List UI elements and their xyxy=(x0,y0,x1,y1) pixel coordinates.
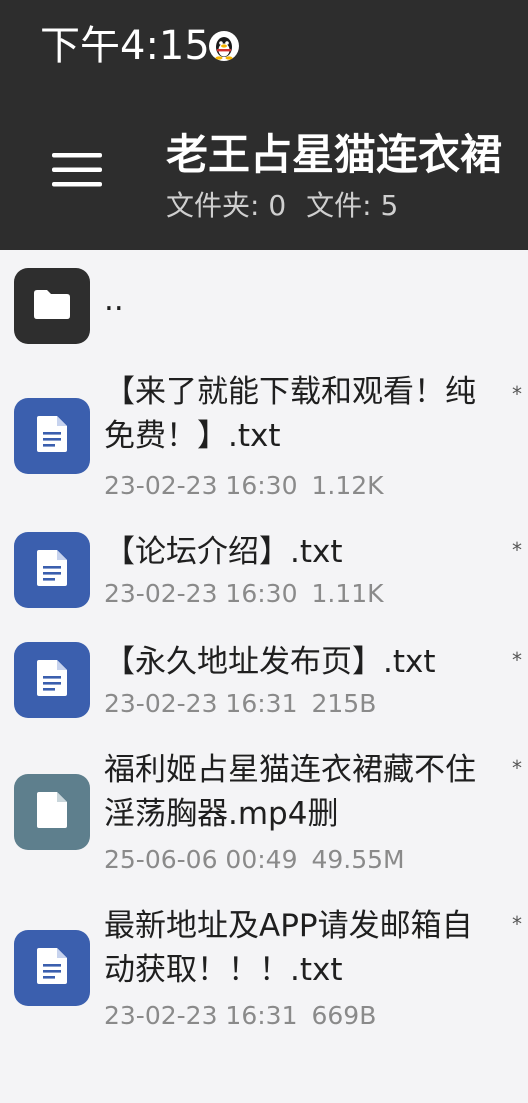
file-meta: 23-02-23 16:30 1.12K xyxy=(104,470,384,502)
file-tile xyxy=(14,398,90,474)
file-tile xyxy=(14,774,90,850)
status-time: 下午4:15 xyxy=(40,23,210,69)
file-meta: 23-02-23 16:31 215B xyxy=(104,688,376,720)
file-name: 【永久地址发布页】.txt xyxy=(104,644,436,680)
file-tile xyxy=(14,930,90,1006)
top-bar: 下午4:15 老王占星猫连衣裙 文件夹: 0 文件: 5 xyxy=(0,0,528,250)
menu-button[interactable] xyxy=(44,142,110,202)
parent-folder-name: .. xyxy=(104,282,124,318)
file-date: 23-02-23 16:31 xyxy=(104,689,298,718)
parent-folder-row[interactable]: .. xyxy=(0,264,528,348)
file-browser-screen: 下午4:15 老王占星猫连衣裙 文件夹: 0 文件: 5 .. 【来了就能下载和… xyxy=(0,0,528,1103)
document-icon xyxy=(35,946,69,990)
folder-file-counts: 文件夹: 0 文件: 5 xyxy=(166,188,398,224)
file-name: 【来了就能下载和观看！纯免费！】.txt xyxy=(104,374,476,454)
folder-icon xyxy=(32,287,72,325)
list-item[interactable]: 【来了就能下载和观看！纯免费！】.txt 23-02-23 16:30 1.12K… xyxy=(0,370,528,510)
file-date: 25-06-06 00:49 xyxy=(104,845,298,874)
file-name: 【论坛介绍】.txt xyxy=(104,534,343,570)
document-icon xyxy=(35,658,69,702)
list-item[interactable]: 福利姬占星猫连衣裙藏不住淫荡胸器.mp4删 25-06-06 00:49 49.5… xyxy=(0,750,528,890)
item-mark: * xyxy=(512,648,522,672)
item-mark: * xyxy=(512,382,522,406)
qq-penguin-icon xyxy=(208,30,240,62)
document-icon xyxy=(35,414,69,458)
file-date: 23-02-23 16:31 xyxy=(104,1001,298,1030)
list-item[interactable]: 最新地址及APP请发邮箱自动获取！！！.txt 23-02-23 16:31 66… xyxy=(0,904,528,1044)
item-mark: * xyxy=(512,756,522,780)
file-tile xyxy=(14,642,90,718)
list-item[interactable]: 【永久地址发布页】.txt 23-02-23 16:31 215B * xyxy=(0,642,528,728)
page-title: 老王占星猫连衣裙 xyxy=(166,130,503,179)
list-item[interactable]: 【论坛介绍】.txt 23-02-23 16:30 1.11K * xyxy=(0,532,528,618)
file-name: 最新地址及APP请发邮箱自动获取！！！.txt xyxy=(104,908,473,988)
file-meta: 23-02-23 16:30 1.11K xyxy=(104,578,384,610)
file-meta: 23-02-23 16:31 669B xyxy=(104,1000,376,1032)
file-name: 福利姬占星猫连衣裙藏不住淫荡胸器.mp4删 xyxy=(104,752,476,832)
item-mark: * xyxy=(512,538,522,562)
hamburger-menu-icon xyxy=(50,150,104,194)
file-meta: 25-06-06 00:49 49.55M xyxy=(104,844,405,876)
item-mark: * xyxy=(512,912,522,936)
file-date: 23-02-23 16:30 xyxy=(104,471,298,500)
file-size: 669B xyxy=(311,1001,377,1030)
file-size: 1.12K xyxy=(311,471,384,500)
file-size: 1.11K xyxy=(311,579,384,608)
file-date: 23-02-23 16:30 xyxy=(104,579,298,608)
file-icon xyxy=(35,790,69,834)
folder-count: 文件夹: 0 xyxy=(166,189,287,222)
folder-tile xyxy=(14,268,90,344)
file-size: 49.55M xyxy=(311,845,405,874)
file-count: 文件: 5 xyxy=(306,189,399,222)
file-size: 215B xyxy=(311,689,377,718)
file-tile xyxy=(14,532,90,608)
status-bar: 下午4:15 xyxy=(0,0,528,90)
document-icon xyxy=(35,548,69,592)
